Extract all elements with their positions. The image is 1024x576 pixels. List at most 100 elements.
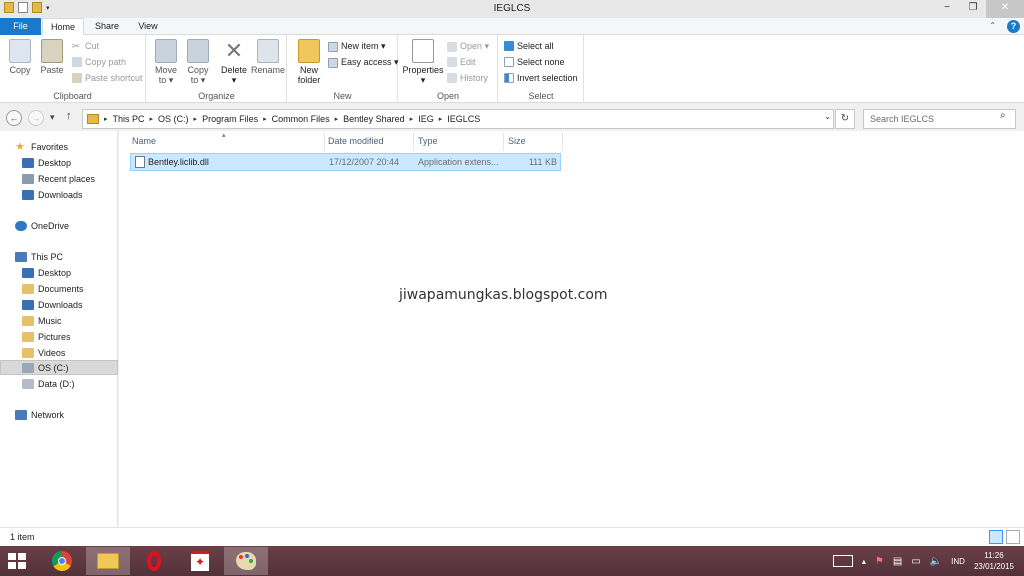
breadcrumb-this-pc[interactable]: This PC (113, 114, 145, 124)
taskbar-opera[interactable] (132, 547, 176, 575)
minimize-button[interactable]: − (934, 0, 960, 18)
sidebar-item-network[interactable]: Network (0, 407, 118, 422)
taskbar-chrome[interactable] (40, 547, 84, 575)
paste-button[interactable]: Paste (38, 39, 66, 75)
large-icons-view-button[interactable] (1006, 530, 1020, 544)
column-divider[interactable] (503, 133, 504, 151)
show-hidden-icons-icon[interactable]: ▴ (862, 557, 866, 566)
select-none-button[interactable]: Select none (504, 57, 565, 67)
clipboard-group: Copy Paste ✂ Cut Copy path Paste shortcu… (0, 35, 146, 103)
chevron-right-icon[interactable]: ▸ (104, 115, 108, 123)
sidebar-item-pictures[interactable]: Pictures (0, 329, 118, 344)
details-view-button[interactable] (989, 530, 1003, 544)
sidebar-item-recent-places[interactable]: Recent places (0, 171, 118, 186)
invert-selection-button[interactable]: Invert selection (504, 73, 578, 83)
volume-muted-icon[interactable]: 🔈 (930, 556, 942, 567)
scissors-icon: ✂ (72, 41, 80, 51)
select-group-label: Select (528, 91, 554, 101)
table-row[interactable]: Bentley.liclib.dll 17/12/2007 20:44 Appl… (130, 153, 561, 171)
column-header-name[interactable]: Name (132, 136, 156, 146)
breadcrumb-program-files[interactable]: Program Files (202, 114, 258, 124)
sidebar-item-music[interactable]: Music (0, 313, 118, 328)
open-button[interactable]: Open ▾ (447, 41, 489, 52)
copy-to-button[interactable]: Copy to ▾ (184, 39, 212, 85)
properties-button[interactable]: Properties ▾ (401, 39, 445, 85)
up-button[interactable]: ↑ (66, 110, 72, 122)
breadcrumb-bentley-shared[interactable]: Bentley Shared (343, 114, 405, 124)
column-divider[interactable] (324, 133, 325, 151)
tab-file[interactable]: File (0, 18, 41, 35)
chevron-right-icon[interactable]: ▸ (194, 115, 198, 123)
copy-path-icon (72, 57, 82, 67)
search-input[interactable]: Search IEGLCS (863, 109, 1016, 129)
action-center-flag-icon[interactable]: ⚑ (875, 556, 884, 567)
cut-button[interactable]: ✂ Cut (72, 41, 99, 51)
sidebar-item-data-d[interactable]: Data (D:) (0, 376, 118, 391)
tab-view[interactable]: View (128, 18, 168, 35)
breadcrumb-os-c[interactable]: OS (C:) (158, 114, 189, 124)
chevron-right-icon[interactable]: ▸ (263, 115, 267, 123)
network-tray-icon[interactable]: ▤ (893, 556, 902, 567)
maximize-button[interactable]: ❐ (960, 0, 986, 18)
clock[interactable]: 11:26 23/01/2015 (974, 550, 1014, 572)
column-divider[interactable] (562, 133, 563, 151)
sidebar-item-videos[interactable]: Videos (0, 345, 118, 360)
close-button[interactable]: ✕ (986, 0, 1024, 18)
search-icon[interactable]: ⌕ (1000, 110, 1019, 121)
easy-access-button[interactable]: Easy access ▾ (328, 57, 399, 68)
forward-button[interactable]: → (28, 110, 44, 126)
column-divider[interactable] (413, 133, 414, 151)
paint-icon (236, 552, 256, 570)
chevron-right-icon[interactable]: ▸ (335, 115, 339, 123)
refresh-button[interactable]: ↻ (835, 109, 855, 129)
new-folder-button[interactable]: New folder (292, 39, 326, 85)
collapse-ribbon-icon[interactable]: ⌃ (989, 21, 996, 30)
drive-c-icon (22, 362, 34, 373)
back-button[interactable]: ← (6, 110, 22, 126)
sidebar-item-os-c[interactable]: OS (C:) (0, 360, 118, 375)
start-button[interactable] (8, 553, 26, 569)
new-item-button[interactable]: New item ▾ (328, 41, 386, 52)
documents-icon (22, 283, 34, 294)
taskbar-acrobat[interactable]: ✦ (178, 547, 222, 575)
tab-home[interactable]: Home (42, 18, 84, 36)
column-header-type[interactable]: Type (418, 136, 438, 146)
windows-logo-pane (18, 553, 26, 560)
breadcrumb-ieglcs[interactable]: IEGLCS (447, 114, 480, 124)
chevron-right-icon[interactable]: ▸ (150, 115, 154, 123)
rename-button[interactable]: Rename (251, 39, 285, 75)
taskbar-paint[interactable] (224, 547, 268, 575)
breadcrumb-ieg[interactable]: IEG (418, 114, 434, 124)
column-header-date-modified[interactable]: Date modified (328, 136, 384, 146)
edit-button[interactable]: Edit (447, 57, 476, 67)
window-title: IEGLCS (493, 3, 531, 14)
tab-share[interactable]: Share (87, 18, 127, 35)
chevron-right-icon[interactable]: ▸ (439, 115, 443, 123)
power-icon[interactable]: ▭ (911, 556, 920, 567)
sidebar-item-onedrive[interactable]: OneDrive (0, 218, 118, 233)
breadcrumb-common-files[interactable]: Common Files (272, 114, 330, 124)
sidebar-item-downloads[interactable]: Downloads (0, 187, 118, 202)
taskbar-file-explorer[interactable] (86, 547, 130, 575)
keyboard-icon[interactable] (832, 555, 853, 567)
history-button[interactable]: History (447, 73, 488, 83)
copy-button[interactable]: Copy (6, 39, 34, 75)
address-bar[interactable]: ▸ This PC ▸ OS (C:) ▸ Program Files ▸ Co… (82, 109, 834, 129)
sidebar-item-favorites[interactable]: ★ Favorites (0, 139, 118, 154)
select-all-button[interactable]: Select all (504, 41, 554, 51)
column-header-size[interactable]: Size (508, 136, 526, 146)
sidebar-item-pc-desktop[interactable]: Desktop (0, 265, 118, 280)
recent-locations-button[interactable]: ▾ (50, 112, 55, 123)
sidebar-item-pc-downloads[interactable]: Downloads (0, 297, 118, 312)
help-icon[interactable]: ? (1007, 20, 1020, 33)
paste-shortcut-button[interactable]: Paste shortcut (72, 73, 143, 83)
delete-button[interactable]: ✕ Delete ▾ (219, 39, 249, 86)
chevron-right-icon[interactable]: ▸ (410, 115, 414, 123)
language-indicator[interactable]: IND (951, 557, 965, 566)
move-to-button[interactable]: Move to ▾ (152, 39, 180, 85)
sidebar-item-this-pc[interactable]: This PC (0, 249, 118, 264)
copy-path-button[interactable]: Copy path (72, 57, 126, 67)
sidebar-item-documents[interactable]: Documents (0, 281, 118, 296)
address-dropdown-icon[interactable]: ⌄ (824, 112, 831, 121)
sidebar-item-desktop[interactable]: Desktop (0, 155, 118, 170)
